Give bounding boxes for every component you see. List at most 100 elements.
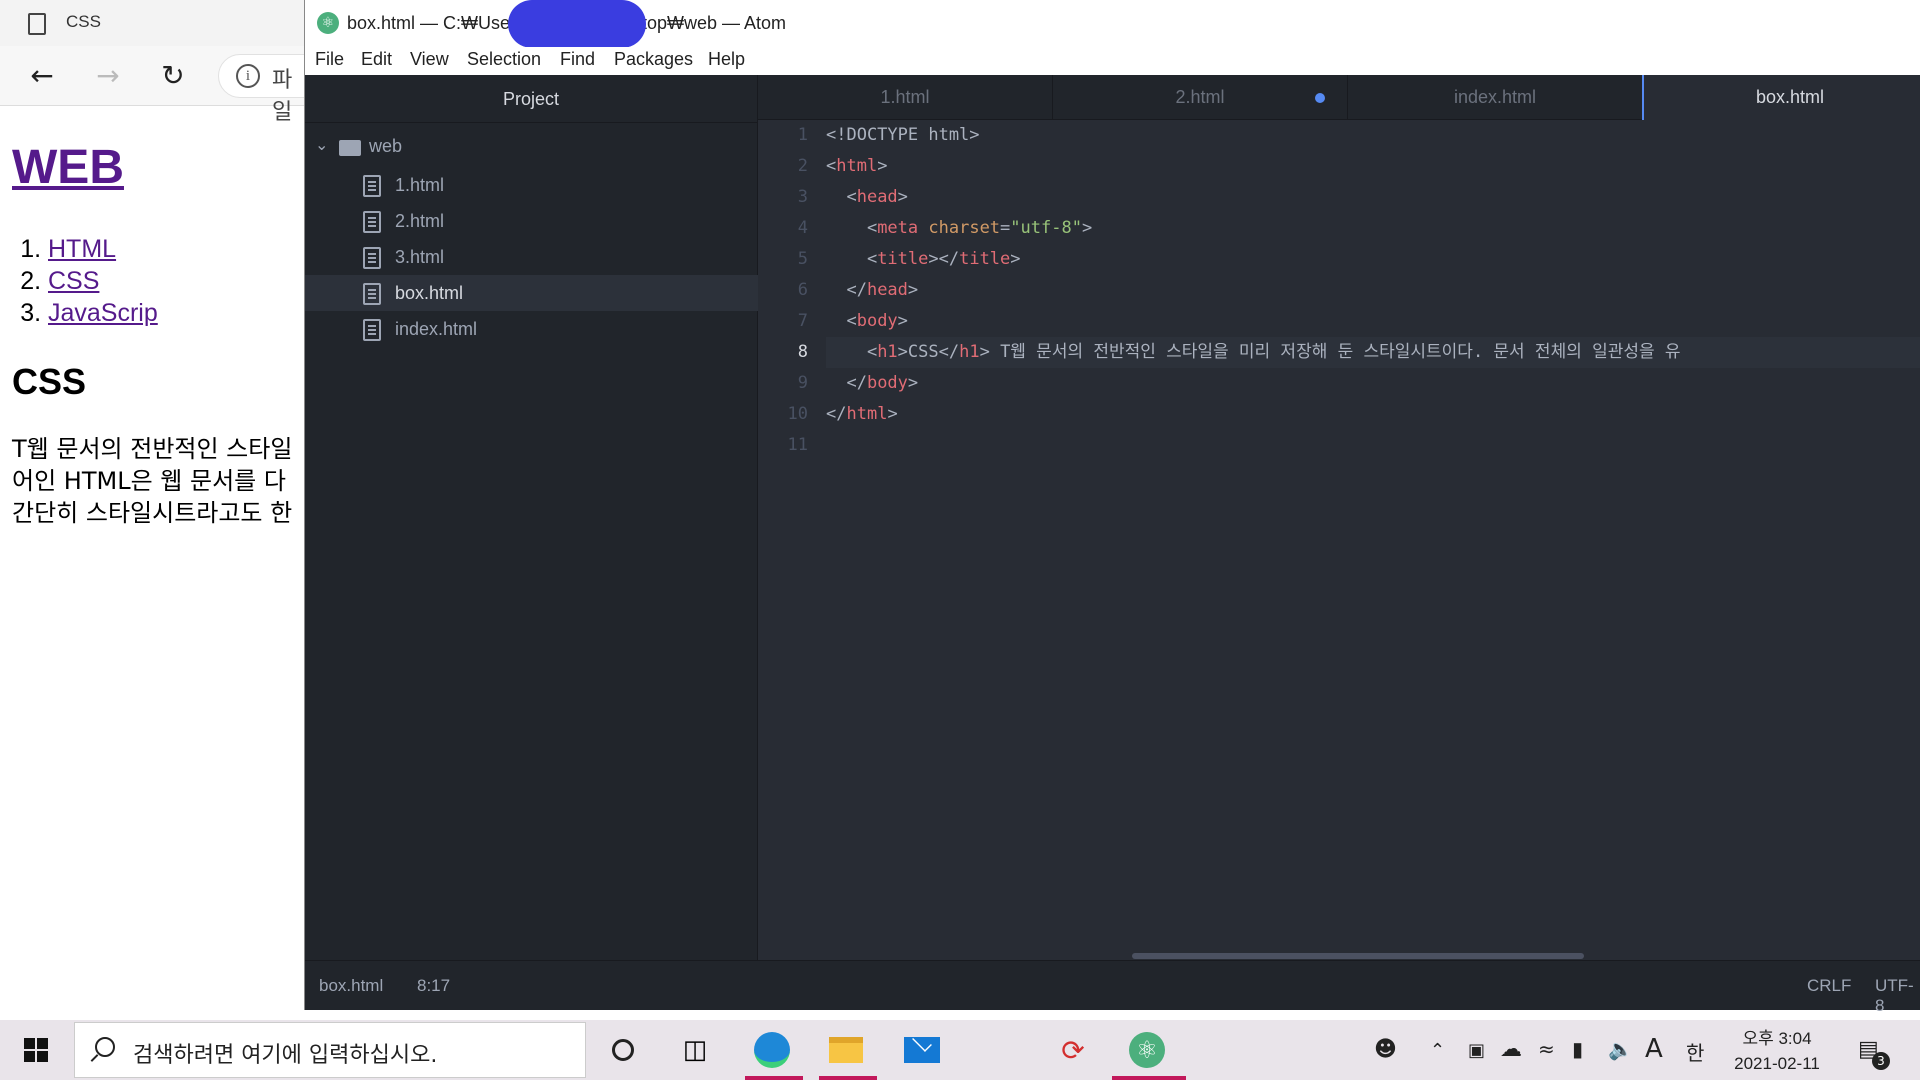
- search-placeholder: 검색하려면 여기에 입력하십시오.: [133, 1043, 438, 1068]
- menu-selection[interactable]: Selection: [467, 49, 541, 70]
- search-icon: [95, 1037, 115, 1057]
- javascript-link[interactable]: JavaScrip: [48, 299, 158, 327]
- status-encoding[interactable]: UTF-8: [1875, 976, 1920, 1016]
- window-title-right: top₩web — Atom: [642, 13, 787, 33]
- info-icon[interactable]: i: [236, 64, 260, 88]
- html-link[interactable]: HTML: [48, 235, 116, 263]
- browser-tab[interactable]: CSS: [0, 0, 305, 46]
- meet-now-icon[interactable]: ▣: [1468, 1040, 1485, 1061]
- chevron-down-icon: ⌄: [315, 135, 329, 154]
- back-arrow-icon[interactable]: ←: [24, 58, 60, 94]
- menu-edit[interactable]: Edit: [361, 49, 392, 70]
- status-file[interactable]: box.html: [319, 976, 383, 996]
- code-line: <meta charset="utf-8">: [826, 218, 1093, 238]
- menu-view[interactable]: View: [410, 49, 449, 70]
- system-clock[interactable]: 오후 3:04 2021-02-11: [1722, 1026, 1832, 1076]
- sync-app-icon[interactable]: ⟳: [1050, 1028, 1096, 1072]
- file-icon: [363, 175, 381, 197]
- code-line: </html>: [826, 404, 898, 424]
- code-line: <title></title>: [826, 249, 1021, 269]
- file-label: 3.html: [395, 247, 445, 267]
- code-line-current: <h1>CSS</h1> T웹 문서의 전반적인 스타일을 미리 저장해 둔 스…: [826, 337, 1920, 368]
- page-paragraph: T웹 문서의 전반적인 스타일 어인 HTML은 웹 문서를 다 간단히 스타일…: [12, 433, 312, 529]
- tree-file-box-html[interactable]: box.html: [305, 275, 758, 311]
- title-bar: ⚛ box.html — C:₩User top₩web — Atom: [305, 0, 1920, 48]
- chevron-up-icon[interactable]: ⌃: [1430, 1040, 1445, 1061]
- css-link[interactable]: CSS: [48, 267, 99, 295]
- taskbar: 검색하려면 여기에 입력하십시오. ◫ ⟳ ⚛ ☻ ⌃ ▣ ☁ ≈ ▮ 🔈 A …: [0, 1020, 1920, 1080]
- browser-page-content: WEB HTML CSS JavaScrip CSS T웹 문서의 전반적인 스…: [12, 140, 312, 529]
- forward-arrow-icon[interactable]: →: [90, 58, 126, 94]
- people-icon[interactable]: ☻: [1374, 1037, 1397, 1062]
- menu-packages[interactable]: Packages: [614, 49, 693, 70]
- code-line: <head>: [826, 187, 908, 207]
- cortana-icon[interactable]: [600, 1028, 646, 1072]
- line-number: 11: [787, 435, 808, 455]
- tree-file-index-html[interactable]: index.html: [305, 311, 758, 347]
- line8-text: T웹 문서의 전반적인 스타일을 미리 저장해 둔 스타일시트이다. 문서 전체…: [989, 342, 1681, 362]
- tab-index-html[interactable]: index.html: [1348, 75, 1643, 120]
- status-bar: box.html 8:17 CRLF UTF-8: [305, 960, 1920, 1015]
- taskbar-search-box[interactable]: 검색하려면 여기에 입력하십시오.: [74, 1022, 586, 1078]
- code-line: <!DOCTYPE html>: [826, 125, 980, 145]
- project-tree: Project ⌄ web 1.html 2.html 3.html box.h…: [305, 75, 758, 960]
- file-icon: [363, 247, 381, 269]
- file-icon: [363, 211, 381, 233]
- folder-icon: [339, 140, 361, 156]
- status-line-ending[interactable]: CRLF: [1807, 976, 1851, 996]
- line-number: 10: [787, 404, 808, 424]
- web-link[interactable]: WEB: [12, 141, 124, 194]
- line-number: 7: [797, 311, 808, 331]
- folder-label: web: [369, 136, 403, 156]
- folder-web[interactable]: ⌄ web: [305, 130, 758, 164]
- ime-mode-indicator[interactable]: A: [1645, 1034, 1663, 1064]
- edge-active-indicator: [745, 1076, 803, 1080]
- code-editor[interactable]: 1 2 3 4 5 6 7 8 9 10 11 <!DOCTYPE html> …: [758, 120, 1920, 960]
- file-explorer-icon[interactable]: [823, 1028, 869, 1072]
- tree-file-1-html[interactable]: 1.html: [305, 167, 758, 203]
- mail-icon[interactable]: [899, 1028, 945, 1072]
- file-icon: [363, 319, 381, 341]
- horizontal-scrollbar[interactable]: [1132, 953, 1584, 959]
- tab-2-html[interactable]: 2.html: [1053, 75, 1348, 120]
- status-cursor[interactable]: 8:17: [417, 976, 450, 996]
- tab-box-html[interactable]: box.html: [1642, 75, 1920, 120]
- document-icon: [28, 13, 46, 35]
- ime-language-indicator[interactable]: 한: [1686, 1037, 1704, 1066]
- windows-start-icon[interactable]: [24, 1038, 48, 1062]
- file-label: 1.html: [395, 175, 445, 195]
- tab-1-html[interactable]: 1.html: [758, 75, 1053, 120]
- tab-label: 1.html: [880, 87, 930, 107]
- notification-count-badge: 3: [1872, 1052, 1890, 1070]
- page-heading: WEB: [12, 140, 312, 195]
- line-number: 9: [797, 373, 808, 393]
- atom-taskbar-icon[interactable]: ⚛: [1124, 1028, 1170, 1072]
- menu-file[interactable]: File: [315, 49, 344, 70]
- browser-toolbar: ← → ↻ i 파일: [0, 46, 338, 125]
- battery-icon[interactable]: ▮: [1572, 1037, 1583, 1061]
- tree-file-2-html[interactable]: 2.html: [305, 203, 758, 239]
- menu-find[interactable]: Find: [560, 49, 595, 70]
- atom-logo-icon: ⚛: [317, 12, 339, 34]
- menu-help[interactable]: Help: [708, 49, 745, 70]
- code-lines[interactable]: <!DOCTYPE html> <html> <head> <meta char…: [826, 120, 1920, 461]
- file-label: box.html: [395, 283, 464, 303]
- line-number: 5: [797, 249, 808, 269]
- onedrive-cloud-icon[interactable]: ☁: [1500, 1037, 1522, 1062]
- line-number: 4: [797, 218, 808, 238]
- clock-time: 오후 3:04: [1742, 1029, 1812, 1048]
- tree-file-3-html[interactable]: 3.html: [305, 239, 758, 275]
- code-line: </body>: [826, 373, 919, 393]
- task-view-icon[interactable]: ◫: [672, 1028, 718, 1072]
- wifi-icon[interactable]: ≈: [1538, 1037, 1555, 1061]
- list-item: JavaScrip: [48, 297, 312, 329]
- list-item: HTML: [48, 233, 312, 265]
- explorer-active-indicator: [819, 1076, 877, 1080]
- edge-browser-icon[interactable]: [749, 1028, 795, 1072]
- refresh-icon[interactable]: ↻: [155, 58, 191, 94]
- line-number-current: 8: [797, 342, 808, 362]
- modified-dot-icon: [1315, 93, 1325, 103]
- file-label: index.html: [395, 319, 478, 339]
- volume-icon[interactable]: 🔈: [1608, 1037, 1633, 1061]
